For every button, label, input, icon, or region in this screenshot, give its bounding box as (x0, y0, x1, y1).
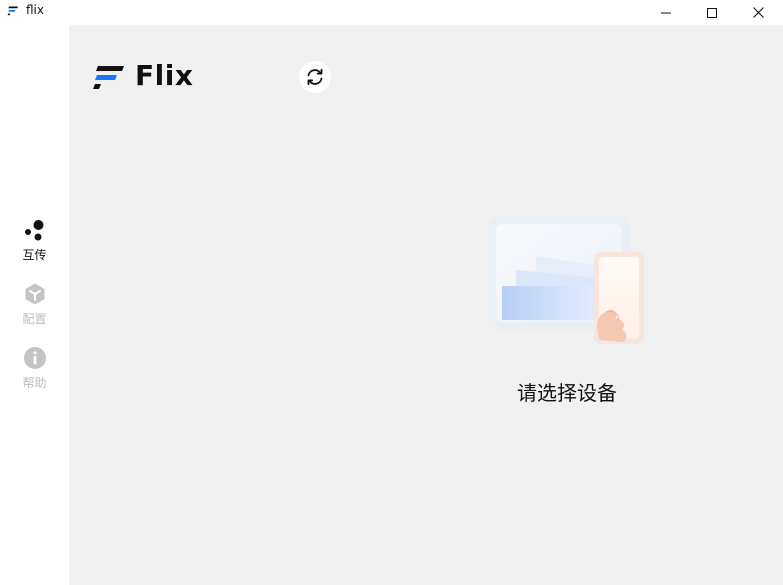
sidebar-item-label: 帮助 (22, 376, 47, 390)
sidebar-item-transfer[interactable]: 互传 (0, 218, 69, 274)
refresh-icon (307, 68, 323, 86)
app-brand-title: Flix (135, 59, 194, 92)
empty-state-message: 请选择设备 (517, 381, 617, 405)
sidebar-item-label: 配置 (22, 312, 47, 326)
window-title: flix (26, 3, 44, 17)
app-logo-icon (7, 6, 18, 16)
refresh-button[interactable] (299, 61, 331, 93)
sidebar-item-config[interactable]: 配置 (0, 282, 69, 338)
sidebar-item-help[interactable]: 帮助 (0, 346, 69, 402)
app-window: flix 互传 配置 帮助 Flix 请选择设备 (0, 0, 783, 585)
close-button[interactable] (735, 0, 781, 25)
devices-illustration (488, 216, 644, 344)
share-dots-icon (24, 220, 43, 241)
minimize-button[interactable] (643, 0, 689, 25)
sidebar-item-label: 互传 (22, 248, 47, 262)
close-icon (752, 7, 764, 18)
flix-logo-icon (93, 66, 124, 89)
title-bar[interactable]: flix (0, 0, 783, 25)
maximize-icon (707, 7, 717, 18)
info-icon (23, 347, 46, 369)
maximize-button[interactable] (689, 0, 735, 25)
cube-icon (25, 283, 44, 305)
minimize-icon (661, 12, 671, 13)
sidebar: 互传 配置 帮助 (0, 25, 69, 585)
main-panel: Flix 请选择设备 (69, 25, 783, 585)
